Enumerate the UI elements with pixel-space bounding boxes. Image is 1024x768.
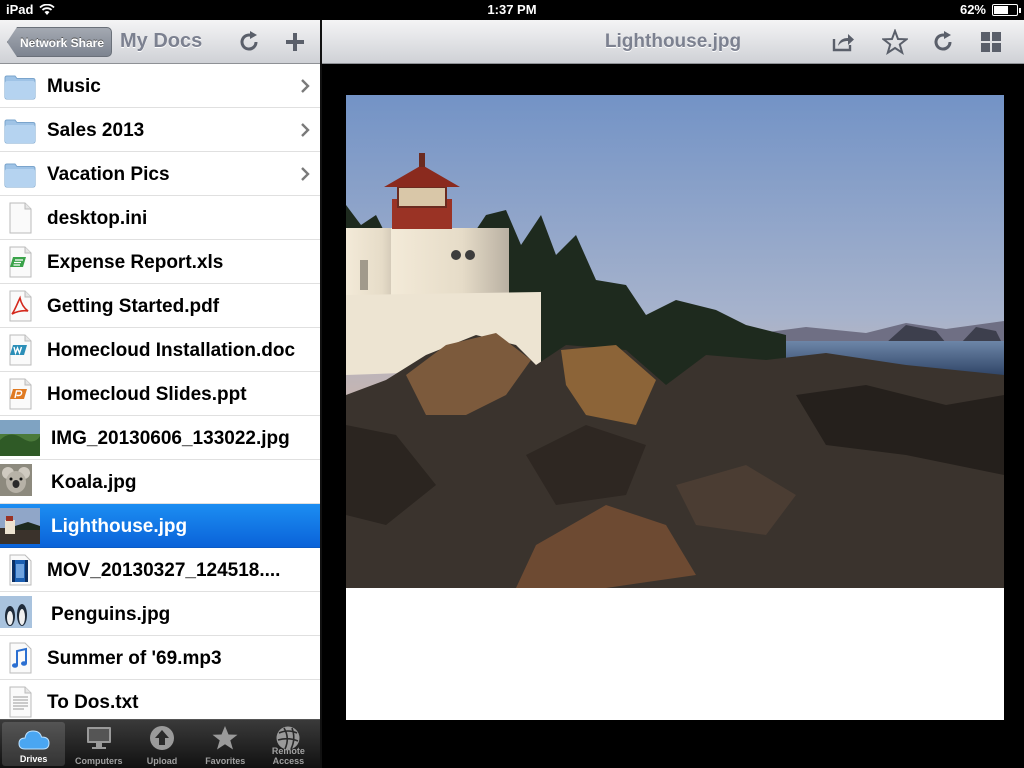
tab-bar: Drives Computers Upload Favorites Remote Acc… <box>0 719 320 768</box>
tab-label: Favorites <box>205 756 246 766</box>
tab-favorites[interactable]: Favorites <box>194 720 257 768</box>
file-name: To Dos.txt <box>47 692 139 713</box>
file-name: IMG_20130606_133022.jpg <box>51 428 290 449</box>
file-row[interactable]: MOV_20130327_124518.... <box>0 548 320 592</box>
refresh-icon[interactable] <box>236 29 262 55</box>
chevron-right-icon <box>300 123 310 137</box>
pdf-file-icon <box>4 290 36 322</box>
tab-label: Upload <box>146 756 178 766</box>
blank-file-icon <box>4 202 36 234</box>
koala-thumbnail-icon <box>0 464 40 500</box>
folder-title: My Docs <box>120 30 203 52</box>
folder-icon <box>4 114 36 146</box>
chevron-right-icon <box>300 167 310 181</box>
penguins-thumbnail-icon <box>0 596 40 632</box>
clock: 1:37 PM <box>487 2 537 17</box>
file-name: Summer of '69.mp3 <box>47 648 222 669</box>
file-row[interactable]: Sales 2013 <box>0 108 320 152</box>
file-list: Music Sales 2013 Vacation Pics desktop.ini E… <box>0 64 320 719</box>
folder-icon <box>4 70 36 102</box>
file-name: Homecloud Slides.ppt <box>47 384 247 405</box>
video-file-icon <box>4 554 36 586</box>
share-icon[interactable] <box>830 29 856 55</box>
file-row[interactable]: To Dos.txt <box>0 680 320 719</box>
file-name: Getting Started.pdf <box>47 296 220 317</box>
back-button[interactable]: Network Share <box>7 27 112 57</box>
file-row[interactable]: Homecloud Slides.ppt <box>0 372 320 416</box>
add-icon[interactable] <box>282 29 308 55</box>
image-thumbnail-icon <box>0 420 40 456</box>
file-name: Music <box>47 76 101 97</box>
file-name: Expense Report.xls <box>47 252 224 273</box>
tab-drives[interactable]: Drives <box>2 722 66 766</box>
spreadsheet-file-icon <box>4 246 36 278</box>
battery-percent: 62% <box>959 2 986 17</box>
file-name: desktop.ini <box>47 208 148 229</box>
file-row[interactable]: Koala.jpg <box>0 460 320 504</box>
right-navigation-bar: Lighthouse.jpg <box>322 20 1024 64</box>
file-name: Sales 2013 <box>47 120 145 141</box>
lighthouse-photo <box>346 95 1004 588</box>
word-file-icon <box>4 334 36 366</box>
tab-label: Computers <box>75 756 123 766</box>
chevron-right-icon <box>300 79 310 93</box>
tab-remote-access[interactable]: Remote Access <box>257 720 320 768</box>
file-row[interactable]: Music <box>0 64 320 108</box>
grid-view-icon[interactable] <box>978 29 1004 55</box>
file-row[interactable]: Lighthouse.jpg <box>0 504 320 548</box>
file-row[interactable]: Expense Report.xls <box>0 240 320 284</box>
text-file-icon <box>4 686 36 718</box>
battery-icon <box>992 3 1021 16</box>
music-file-icon <box>4 642 36 674</box>
tab-upload[interactable]: Upload <box>130 720 193 768</box>
file-row[interactable]: Penguins.jpg <box>0 592 320 636</box>
folder-icon <box>4 158 36 190</box>
file-row[interactable]: desktop.ini <box>0 196 320 240</box>
file-name: Homecloud Installation.doc <box>47 340 296 361</box>
file-row[interactable]: IMG_20130606_133022.jpg <box>0 416 320 460</box>
favorite-star-icon[interactable] <box>882 29 908 55</box>
presentation-file-icon <box>4 378 36 410</box>
file-name: Lighthouse.jpg <box>51 516 188 537</box>
tab-computers[interactable]: Computers <box>67 720 130 768</box>
rotate-icon[interactable] <box>930 29 956 55</box>
file-row[interactable]: Getting Started.pdf <box>0 284 320 328</box>
file-row[interactable]: Vacation Pics <box>0 152 320 196</box>
preview-title: Lighthouse.jpg <box>604 31 742 52</box>
file-browser-pane: Network Share My Docs Music Sales 2013 Vac… <box>0 20 320 768</box>
image-preview[interactable] <box>346 95 1004 720</box>
status-bar: iPad 1:37 PM 62% <box>0 0 1024 20</box>
left-navigation-bar: Network Share My Docs <box>0 20 320 64</box>
file-name: Vacation Pics <box>47 164 170 185</box>
file-name: Koala.jpg <box>51 472 137 493</box>
file-name: Penguins.jpg <box>51 604 171 625</box>
lighthouse-thumbnail-icon <box>0 508 40 544</box>
preview-pane: Lighthouse.jpg <box>322 20 1024 768</box>
file-row[interactable]: Homecloud Installation.doc <box>0 328 320 372</box>
tab-label: Drives <box>19 754 48 764</box>
tab-label: Remote Access <box>271 746 305 766</box>
file-name: MOV_20130327_124518.... <box>47 560 281 581</box>
file-row[interactable]: Summer of '69.mp3 <box>0 636 320 680</box>
